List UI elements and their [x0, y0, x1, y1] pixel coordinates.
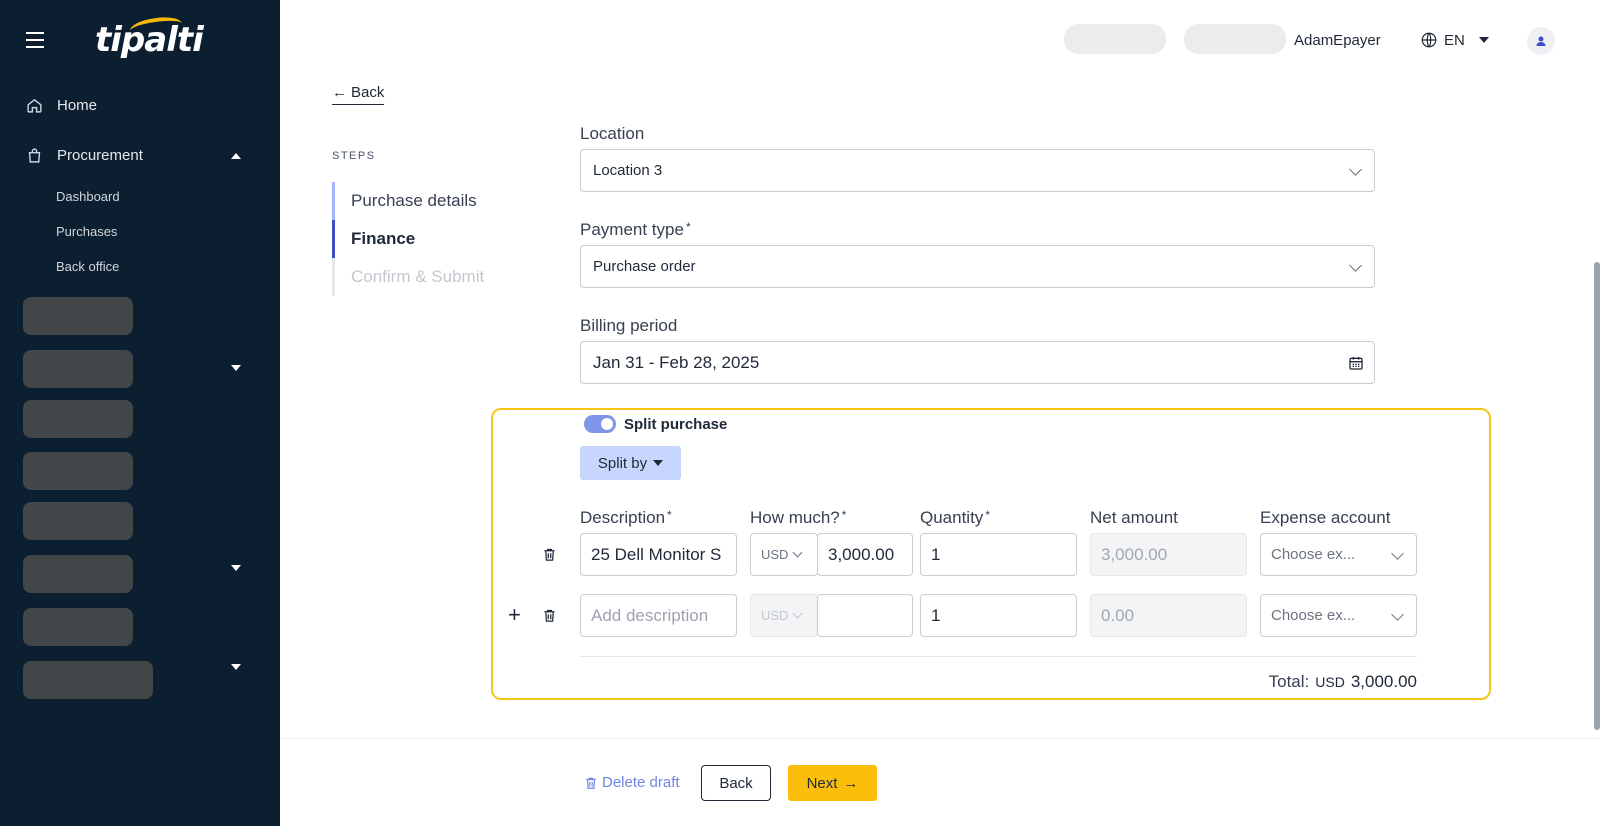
chevron-down-icon — [1391, 608, 1404, 621]
expand-caret-icon[interactable] — [231, 365, 241, 371]
delete-draft-button[interactable]: Delete draft — [584, 774, 680, 791]
arrow-right-icon: → — [843, 774, 859, 792]
redacted-nav-item[interactable] — [23, 502, 133, 540]
payment-type-select[interactable]: Purchase order — [580, 245, 1375, 288]
globe-icon — [1421, 32, 1437, 48]
sidebar-subitem-back-office[interactable]: Back office — [56, 259, 119, 274]
net-amount-field: 3,000.00 — [1090, 533, 1247, 576]
payment-type-value: Purchase order — [593, 258, 696, 275]
billing-period-value: Jan 31 - Feb 28, 2025 — [593, 352, 760, 372]
add-row-icon[interactable]: + — [508, 604, 521, 626]
trash-icon[interactable] — [542, 607, 557, 624]
split-total: Total: USD 3,000.00 — [1268, 672, 1417, 691]
billing-period-input[interactable]: Jan 31 - Feb 28, 2025 — [580, 341, 1375, 384]
step-finance[interactable]: Finance — [332, 220, 512, 258]
amount-input[interactable] — [817, 594, 913, 637]
chevron-down-icon — [1349, 259, 1362, 272]
currency-select[interactable]: USD — [750, 533, 818, 576]
col-quantity: Quantity * — [920, 508, 990, 527]
shopping-bag-icon — [28, 148, 41, 163]
divider — [580, 656, 1417, 657]
sidebar-item-label: Procurement — [57, 147, 143, 164]
footer-divider — [280, 738, 1600, 739]
menu-icon[interactable] — [26, 32, 44, 48]
redacted-nav-item[interactable] — [23, 661, 153, 699]
sidebar-item-label: Home — [57, 97, 98, 114]
sidebar-item-procurement[interactable]: Procurement — [26, 147, 143, 164]
arrow-left-icon: ← — [332, 84, 347, 101]
steps-label: STEPS — [332, 150, 376, 162]
expand-caret-icon[interactable] — [231, 664, 241, 670]
caret-down-icon — [653, 460, 664, 466]
step-confirm-submit: Confirm & Submit — [332, 258, 512, 296]
currency-select: USD — [750, 594, 818, 637]
user-name[interactable]: AdamEpayer — [1294, 32, 1381, 49]
next-button[interactable]: Next → — [788, 765, 877, 801]
redacted-nav-item[interactable] — [23, 452, 133, 490]
description-input[interactable]: 25 Dell Monitor S — [580, 533, 737, 576]
sidebar-subitem-dashboard[interactable]: Dashboard — [56, 189, 120, 204]
calendar-icon[interactable] — [1348, 355, 1364, 371]
col-how-much: How much? * — [750, 508, 847, 527]
redacted-header-item[interactable] — [1064, 24, 1166, 54]
col-description: Description * — [580, 508, 672, 527]
step-purchase-details[interactable]: Purchase details — [332, 182, 512, 220]
language-selector[interactable]: EN — [1420, 31, 1489, 49]
chevron-down-icon — [793, 608, 803, 619]
net-amount-field: 0.00 — [1090, 594, 1247, 637]
col-expense-account: Expense account — [1260, 508, 1391, 527]
location-select[interactable]: Location 3 — [580, 149, 1375, 192]
home-icon — [27, 98, 42, 113]
sidebar: tipalti Home Procurement Dashboard Purch… — [0, 0, 280, 826]
back-button[interactable]: Back — [701, 765, 771, 801]
split-purchase-label: Split purchase — [624, 416, 728, 433]
quantity-input[interactable]: 1 — [920, 533, 1077, 576]
avatar[interactable] — [1527, 27, 1555, 55]
trash-icon — [586, 777, 596, 789]
quantity-input[interactable]: 1 — [920, 594, 1077, 637]
scrollbar[interactable] — [1594, 262, 1600, 730]
language-label: EN — [1444, 31, 1465, 49]
chevron-down-icon — [793, 547, 803, 558]
expand-caret-icon[interactable] — [231, 565, 241, 571]
payment-type-label: Payment type * — [580, 220, 691, 239]
sidebar-item-home[interactable]: Home — [26, 97, 97, 114]
description-input[interactable]: Add description — [580, 594, 737, 637]
redacted-nav-item[interactable] — [23, 555, 133, 593]
trash-icon[interactable] — [542, 546, 557, 563]
caret-down-icon — [1478, 37, 1489, 43]
amount-input[interactable]: 3,000.00 — [817, 533, 913, 576]
sidebar-subitem-purchases[interactable]: Purchases — [56, 224, 117, 239]
redacted-nav-item[interactable] — [23, 350, 133, 388]
chevron-down-icon — [1349, 163, 1362, 176]
user-icon — [1536, 36, 1546, 46]
col-net-amount: Net amount — [1090, 508, 1178, 527]
redacted-header-item[interactable] — [1184, 24, 1286, 54]
expense-account-select[interactable]: Choose ex... — [1260, 533, 1417, 576]
split-by-button[interactable]: Split by — [580, 446, 681, 480]
billing-period-label: Billing period — [580, 316, 678, 335]
redacted-nav-item[interactable] — [23, 608, 133, 646]
back-link[interactable]: ← Back — [332, 84, 385, 105]
location-label: Location — [580, 124, 645, 143]
collapse-caret-icon[interactable] — [231, 153, 241, 159]
steps-list: Purchase details Finance Confirm & Submi… — [332, 182, 512, 296]
redacted-nav-item[interactable] — [23, 400, 133, 438]
chevron-down-icon — [1391, 547, 1404, 560]
redacted-nav-item[interactable] — [23, 297, 133, 335]
expense-account-select[interactable]: Choose ex... — [1260, 594, 1417, 637]
split-purchase-toggle[interactable] — [584, 415, 616, 433]
location-value: Location 3 — [593, 162, 663, 179]
